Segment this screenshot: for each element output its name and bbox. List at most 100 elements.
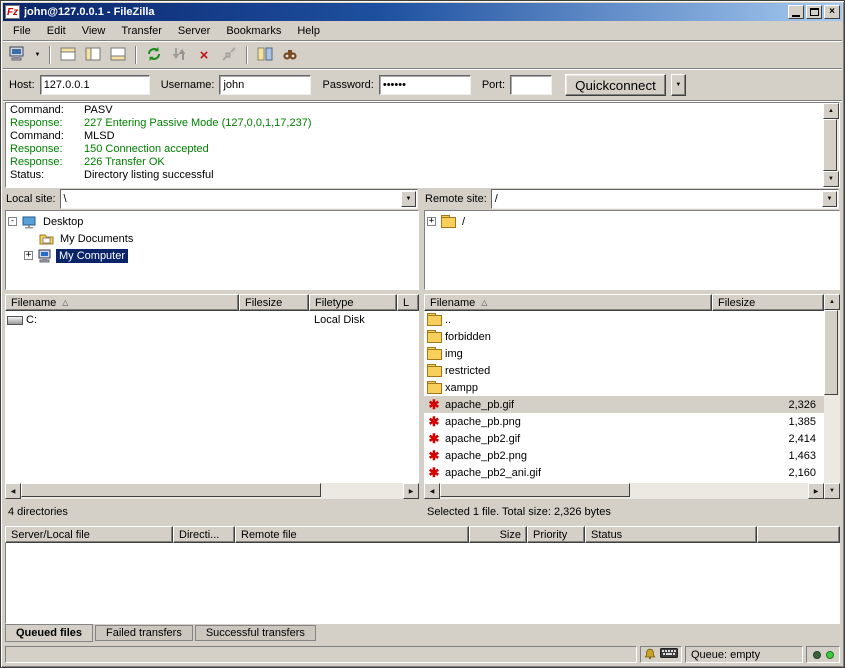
combobox-dropdown-button[interactable]: ▼	[401, 191, 416, 207]
find-files-button[interactable]	[278, 44, 302, 66]
site-manager-button[interactable]	[6, 44, 30, 66]
tab-successful-transfers[interactable]: Successful transfers	[195, 625, 316, 641]
list-item[interactable]: ✱apache_pb2_ani.gif2,160	[424, 464, 824, 481]
maximize-button[interactable]	[806, 5, 822, 19]
scrollbar-track[interactable]	[823, 119, 839, 171]
tree-item-my-computer[interactable]: + My Computer	[24, 247, 416, 264]
scroll-right-button[interactable]: ▶	[403, 483, 419, 499]
column-header-direction[interactable]: Directi...	[173, 526, 235, 543]
list-item[interactable]: ..	[424, 311, 824, 328]
quickconnect-button[interactable]: Quickconnect	[565, 74, 666, 96]
log-line: Status:Directory listing successful	[10, 169, 819, 182]
collapse-icon[interactable]: -	[8, 217, 17, 226]
remote-site-combobox[interactable]: / ▼	[491, 189, 839, 209]
local-site-combobox[interactable]: \ ▼	[60, 189, 418, 209]
message-log-toggle-button[interactable]	[56, 44, 80, 66]
combobox-dropdown-button[interactable]: ▼	[822, 191, 837, 207]
column-header-remote-file[interactable]: Remote file	[235, 526, 469, 543]
scrollbar-track[interactable]	[824, 310, 840, 483]
scrollbar-thumb[interactable]	[440, 483, 630, 497]
log-line: Response:227 Entering Passive Mode (127,…	[10, 117, 819, 130]
tab-failed-transfers[interactable]: Failed transfers	[95, 625, 193, 641]
column-header-filesize[interactable]: Filesize	[712, 294, 824, 311]
scrollbar-track[interactable]	[21, 483, 403, 499]
column-header-filename[interactable]: Filename△	[5, 294, 239, 311]
column-header-priority[interactable]: Priority	[527, 526, 585, 543]
scroll-right-button[interactable]: ▶	[808, 483, 824, 499]
local-horizontal-scrollbar[interactable]: ◀ ▶	[5, 483, 419, 499]
scrollbar-thumb[interactable]	[21, 483, 321, 497]
tree-item-root[interactable]: + /	[427, 213, 837, 230]
minimize-button[interactable]	[788, 5, 804, 19]
host-input[interactable]	[40, 75, 150, 95]
list-item[interactable]: restricted	[424, 362, 824, 379]
list-item[interactable]: forbidden	[424, 328, 824, 345]
scroll-left-button[interactable]: ◀	[424, 483, 440, 499]
minimize-icon	[792, 15, 800, 17]
remote-horizontal-scrollbar[interactable]: ◀ ▶	[424, 483, 824, 499]
username-input[interactable]	[219, 75, 311, 95]
column-header-filler	[757, 526, 840, 543]
tree-item-desktop[interactable]: - Desktop	[8, 213, 416, 230]
queue-toggle-button[interactable]	[106, 44, 130, 66]
column-header-server-local-file[interactable]: Server/Local file	[5, 526, 173, 543]
menu-bookmarks[interactable]: Bookmarks	[218, 23, 289, 39]
status-bar: Queue: empty	[3, 644, 842, 665]
queue-body[interactable]	[5, 543, 840, 624]
list-item[interactable]: xampp	[424, 379, 824, 396]
site-manager-icon	[9, 46, 27, 65]
scrollbar-thumb[interactable]	[823, 119, 837, 171]
scroll-up-button[interactable]: ▲	[824, 294, 840, 310]
list-item[interactable]: ✱apache_pb2.gif2,414	[424, 430, 824, 447]
list-item[interactable]: img	[424, 345, 824, 362]
menu-transfer[interactable]: Transfer	[113, 23, 170, 39]
cancel-button[interactable]: ×	[192, 44, 216, 66]
list-item[interactable]: ✱apache_pb.png1,385	[424, 413, 824, 430]
scroll-down-button[interactable]: ▼	[824, 483, 840, 499]
scroll-down-button[interactable]: ▼	[823, 171, 839, 187]
expand-icon[interactable]: +	[427, 217, 436, 226]
quickconnect-dropdown-button[interactable]: ▼	[671, 74, 686, 96]
log-line: Response:226 Transfer OK	[10, 156, 819, 169]
list-item[interactable]: ✱apache_pb2.png1,463	[424, 447, 824, 464]
list-item[interactable]: C: Local Disk	[5, 311, 419, 328]
menu-file[interactable]: File	[5, 23, 39, 39]
desktop-icon	[21, 214, 37, 229]
tab-queued-files[interactable]: Queued files	[5, 624, 93, 642]
process-queue-button[interactable]	[167, 44, 191, 66]
column-header-status[interactable]: Status	[585, 526, 757, 543]
scroll-left-button[interactable]: ◀	[5, 483, 21, 499]
column-header-filesize[interactable]: Filesize	[239, 294, 309, 311]
menu-edit[interactable]: Edit	[39, 23, 74, 39]
remote-list-area: Filename△ Filesize .. forbidden img rest…	[424, 294, 840, 499]
log-scrollbar[interactable]: ▲ ▼	[823, 103, 839, 187]
remote-vertical-scrollbar[interactable]: ▲ ▼	[824, 294, 840, 499]
column-header-lastmodified[interactable]: L	[397, 294, 419, 311]
refresh-button[interactable]	[142, 44, 166, 66]
log-line: Response:150 Connection accepted	[10, 143, 819, 156]
expand-icon[interactable]: +	[24, 251, 33, 260]
column-header-filename[interactable]: Filename△	[424, 294, 712, 311]
close-button[interactable]: ×	[824, 5, 840, 19]
password-input[interactable]	[379, 75, 471, 95]
disconnect-button[interactable]	[217, 44, 241, 66]
column-header-filetype[interactable]: Filetype	[309, 294, 397, 311]
folder-icon	[426, 346, 442, 361]
tree-view-toggle-button[interactable]	[81, 44, 105, 66]
scroll-up-button[interactable]: ▲	[823, 103, 839, 119]
column-header-size[interactable]: Size	[469, 526, 527, 543]
menu-view[interactable]: View	[74, 23, 114, 39]
scrollbar-track[interactable]	[440, 483, 808, 499]
activity-led-idle	[813, 651, 821, 659]
tree-item-my-documents[interactable]: My Documents	[38, 230, 416, 247]
site-manager-dropdown-button[interactable]: ▼	[31, 44, 44, 66]
directory-comparison-button[interactable]	[253, 44, 277, 66]
scrollbar-thumb[interactable]	[824, 310, 838, 395]
menu-help[interactable]: Help	[289, 23, 328, 39]
drive-icon	[7, 312, 23, 327]
port-input[interactable]	[510, 75, 552, 95]
menu-server[interactable]: Server	[170, 23, 218, 39]
remote-pane: Remote site: / ▼ + / Filename△ Fil	[424, 188, 840, 526]
sort-ascending-icon: △	[481, 298, 487, 307]
list-item-selected[interactable]: ✱apache_pb.gif2,326	[424, 396, 824, 413]
